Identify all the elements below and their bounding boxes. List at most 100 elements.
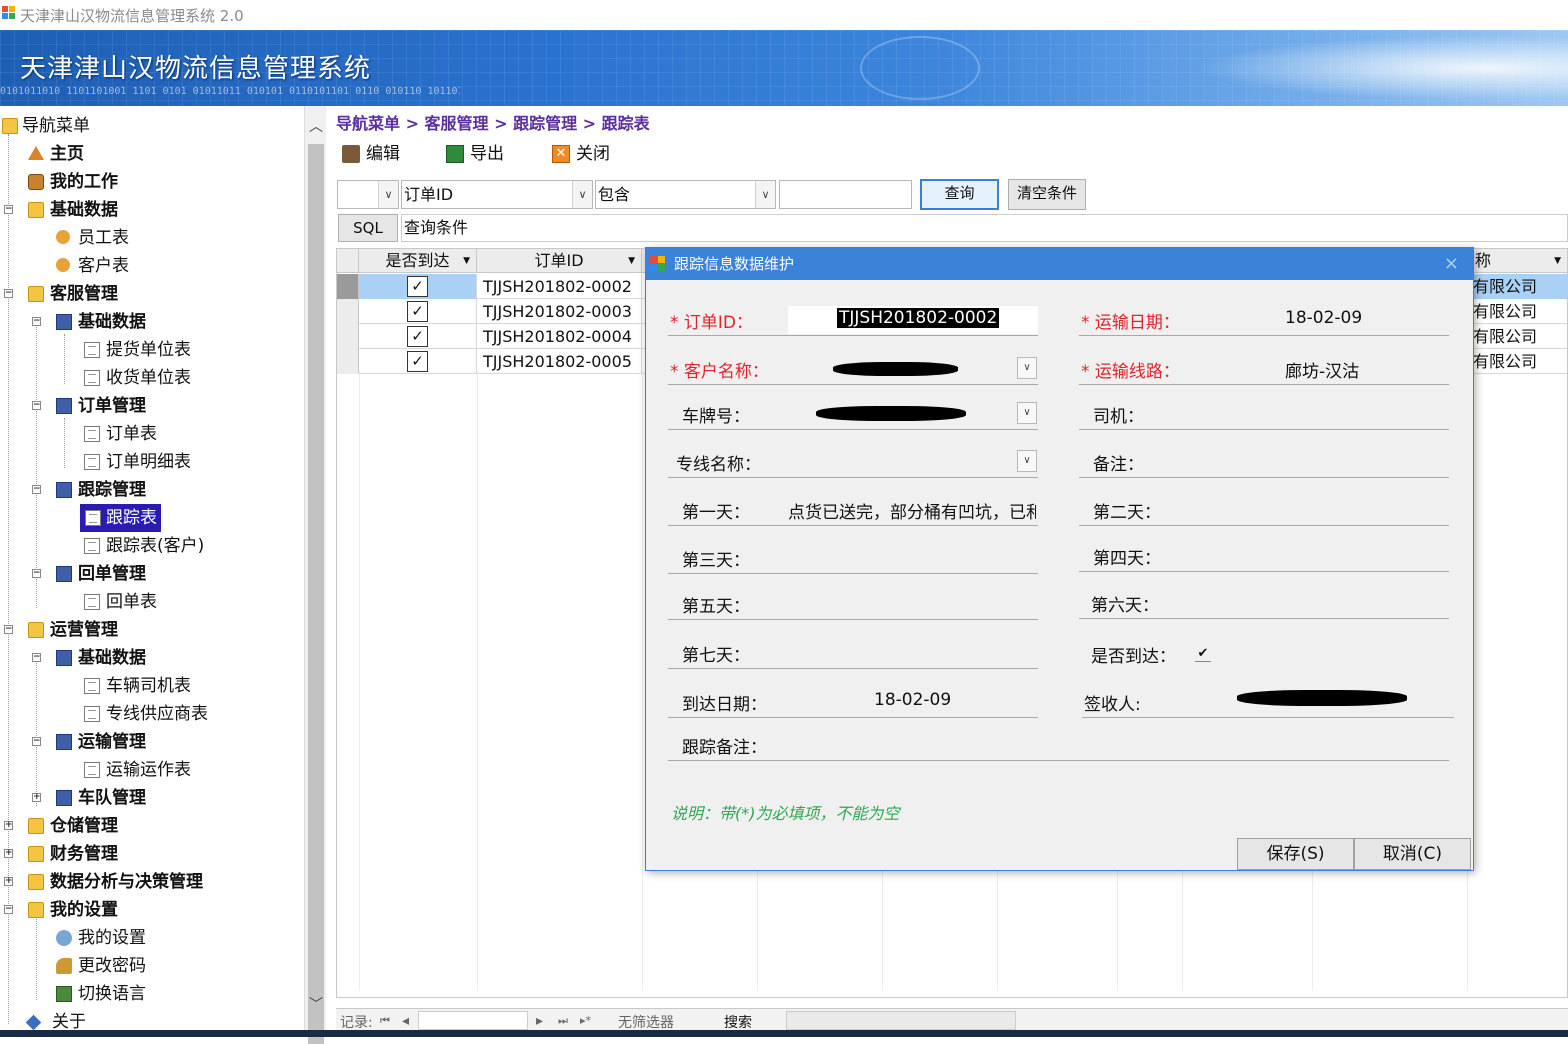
col-customer-name[interactable]: 称 ▼: [1467, 249, 1567, 273]
collapse-icon[interactable]: −: [4, 625, 13, 634]
collapse-icon[interactable]: −: [32, 737, 41, 746]
arrived-checkbox[interactable]: ✓: [407, 301, 428, 322]
customer-name-field[interactable]: * 客户名称： ∨: [668, 355, 1038, 385]
collapse-icon[interactable]: −: [32, 317, 41, 326]
book-icon: [56, 314, 72, 330]
clear-conditions-button[interactable]: 清空条件: [1008, 179, 1086, 210]
company-cell[interactable]: 有限公司: [1467, 324, 1567, 349]
breadcrumb: 导航菜单 > 客服管理 > 跟踪管理 > 跟踪表: [336, 114, 650, 133]
day4-field[interactable]: 第四天：: [1079, 542, 1449, 572]
order-id-value[interactable]: TJJSH201802-0002: [837, 308, 1000, 328]
day6-field[interactable]: 第六天：: [1079, 589, 1449, 619]
key-icon: [56, 958, 72, 974]
day2-field[interactable]: 第二天：: [1079, 496, 1449, 526]
line-name-field[interactable]: 专线名称： ∨: [668, 448, 1038, 478]
order-id-cell[interactable]: TJJSH201802-0002: [477, 274, 642, 299]
folder-icon: [28, 902, 44, 918]
prev-record-icon[interactable]: ◂: [402, 1013, 409, 1029]
sort-icon[interactable]: ▼: [628, 249, 635, 273]
sql-button[interactable]: SQL: [338, 214, 398, 242]
ship-date-field[interactable]: * 运输日期： 18-02-09: [1079, 306, 1449, 336]
day5-field[interactable]: 第五天：: [668, 590, 1038, 620]
logic-select[interactable]: ∨: [337, 180, 399, 209]
day1-field[interactable]: 第一天： 点货已送完，部分桶有凹坑，已和: [668, 496, 1038, 526]
route-field[interactable]: * 运输线路： 廊坊-汉沽: [1079, 355, 1449, 385]
operator-select[interactable]: 包含 ∨: [595, 180, 776, 209]
collapse-icon[interactable]: −: [32, 653, 41, 662]
new-record-icon[interactable]: ▸*: [580, 1014, 591, 1027]
filter-value-input[interactable]: [779, 180, 912, 209]
arrived-checkbox[interactable]: ✔: [1195, 646, 1211, 662]
day7-field[interactable]: 第七天：: [668, 639, 1038, 669]
taskbar-edge: [0, 1030, 1568, 1037]
nav-tree: 导航菜单 主页 我的工作 − 基础数据 员工表 客户表 − 客服管理 − 基础数…: [0, 106, 304, 1037]
expand-icon[interactable]: +: [4, 877, 13, 886]
sql-condition-field[interactable]: 查询条件: [401, 214, 1568, 242]
chevron-down-icon[interactable]: ∨: [1017, 357, 1037, 379]
language-icon: [56, 986, 72, 1002]
row-selector[interactable]: [337, 349, 359, 374]
collapse-icon[interactable]: −: [4, 289, 13, 298]
row-selector[interactable]: [337, 274, 359, 299]
expand-icon[interactable]: +: [4, 849, 13, 858]
signer-field[interactable]: 签收人:: [1082, 688, 1454, 718]
col-arrived[interactable]: 是否到达 ▼: [359, 249, 477, 273]
document-icon: [84, 594, 100, 610]
document-icon: [84, 370, 100, 386]
save-button[interactable]: 保存(S): [1237, 838, 1354, 870]
folder-icon: [28, 202, 44, 218]
row-selector[interactable]: [337, 299, 359, 324]
users-icon: [56, 230, 70, 244]
company-cell[interactable]: 有限公司: [1467, 274, 1567, 299]
edit-button[interactable]: 编辑: [342, 142, 422, 166]
driver-field[interactable]: 司机：: [1079, 400, 1449, 430]
scroll-up-icon[interactable]: ︿: [309, 116, 323, 136]
tracking-dialog: 跟踪信息数据维护 × * 订单ID： TJJSH201802-0002 * 运输…: [645, 247, 1474, 871]
no-filter-button[interactable]: 无筛选器: [618, 1012, 674, 1032]
sort-icon[interactable]: ▼: [463, 249, 470, 273]
plate-number-field[interactable]: 车牌号： ∨: [668, 400, 1038, 430]
track-remark-field[interactable]: 跟踪备注：: [668, 731, 1449, 761]
collapse-icon[interactable]: −: [32, 401, 41, 410]
close-button[interactable]: ✕ 关闭: [552, 142, 632, 166]
chevron-down-icon[interactable]: ∨: [1017, 402, 1037, 424]
scroll-thumb[interactable]: [308, 144, 324, 1044]
record-number-input[interactable]: [418, 1011, 528, 1030]
company-cell[interactable]: 有限公司: [1467, 349, 1567, 374]
collapse-icon[interactable]: −: [4, 905, 13, 914]
remark-field[interactable]: 备注：: [1079, 448, 1449, 478]
query-button[interactable]: 查询: [920, 179, 999, 210]
col-order-id[interactable]: 订单ID ▼: [477, 249, 642, 273]
arrived-checkbox[interactable]: ✓: [407, 276, 428, 297]
arrive-date-field[interactable]: 到达日期： 18-02-09: [668, 688, 1038, 718]
sort-icon[interactable]: ▼: [1554, 249, 1561, 273]
arrived-checkbox[interactable]: ✓: [407, 326, 428, 347]
collapse-icon[interactable]: −: [32, 485, 41, 494]
dialog-close-icon[interactable]: ×: [1444, 248, 1459, 280]
company-cell[interactable]: 有限公司: [1467, 299, 1567, 324]
collapse-icon[interactable]: −: [32, 569, 41, 578]
order-id-cell[interactable]: TJJSH201802-0003: [477, 299, 642, 324]
app-icon: [2, 6, 16, 20]
expand-icon[interactable]: +: [4, 821, 13, 830]
document-icon: [84, 706, 100, 722]
order-id-field[interactable]: * 订单ID： TJJSH201802-0002: [668, 306, 1038, 336]
arrived-checkbox[interactable]: ✓: [407, 351, 428, 372]
field-select[interactable]: 订单ID ∨: [401, 180, 593, 209]
folder-icon: [28, 818, 44, 834]
day3-field[interactable]: 第三天：: [668, 544, 1038, 574]
cancel-button[interactable]: 取消(C): [1354, 838, 1471, 870]
row-selector[interactable]: [337, 324, 359, 349]
nav-scrollbar[interactable]: ︿ ﹀: [304, 106, 326, 1044]
next-record-icon[interactable]: ▸: [536, 1013, 543, 1029]
chevron-down-icon[interactable]: ∨: [1017, 450, 1037, 472]
first-record-icon[interactable]: ⏮: [380, 1014, 390, 1028]
expand-icon[interactable]: +: [32, 793, 41, 802]
last-record-icon[interactable]: ⏭: [558, 1014, 568, 1028]
order-id-cell[interactable]: TJJSH201802-0005: [477, 349, 642, 374]
scroll-down-icon[interactable]: ﹀: [309, 994, 323, 1014]
horizontal-scrollbar[interactable]: [786, 1011, 1016, 1030]
collapse-icon[interactable]: −: [4, 205, 13, 214]
export-button[interactable]: 导出: [446, 142, 526, 166]
order-id-cell[interactable]: TJJSH201802-0004: [477, 324, 642, 349]
